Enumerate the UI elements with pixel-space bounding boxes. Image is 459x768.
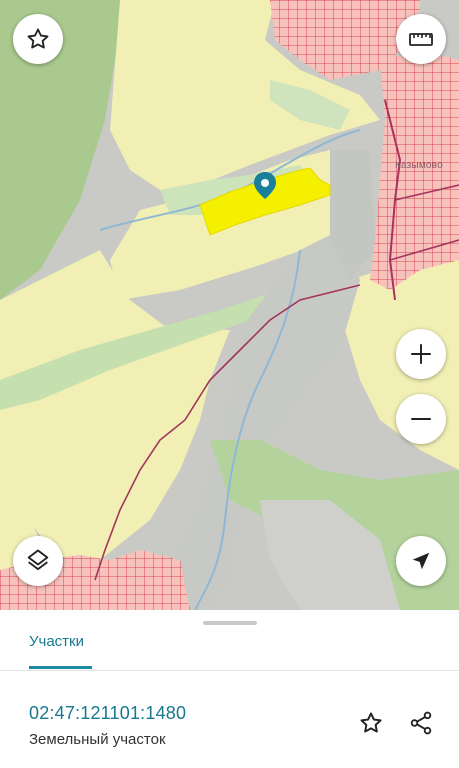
object-type: Земельный участок <box>29 731 166 748</box>
star-outline-icon <box>360 712 382 733</box>
plus-icon <box>411 344 431 364</box>
my-location-button[interactable] <box>396 536 446 586</box>
navigation-arrow-icon <box>412 552 430 570</box>
map-canvas[interactable] <box>0 0 459 610</box>
layers-icon <box>27 549 49 571</box>
share-icon <box>410 711 432 735</box>
add-favorite-button[interactable] <box>356 708 386 738</box>
favorite-button[interactable] <box>13 14 63 64</box>
ruler-button[interactable] <box>396 14 446 64</box>
share-button[interactable] <box>406 708 436 738</box>
star-outline-icon <box>27 28 49 49</box>
tab-parcels[interactable]: Участки <box>29 633 84 650</box>
minus-icon <box>411 418 431 420</box>
divider <box>0 670 459 671</box>
cadastral-number[interactable]: 02:47:121101:1480 <box>29 703 186 724</box>
place-label: Казымово <box>395 160 443 171</box>
tab-indicator <box>29 666 92 669</box>
zoom-out-button[interactable] <box>396 394 446 444</box>
zoom-in-button[interactable] <box>396 329 446 379</box>
bottom-sheet: Участки 02:47:121101:1480 Земельный учас… <box>0 610 459 768</box>
drag-handle[interactable] <box>203 621 257 625</box>
ruler-icon <box>409 33 433 46</box>
map-view[interactable]: Казымово <box>0 0 459 610</box>
layers-button[interactable] <box>13 536 63 586</box>
